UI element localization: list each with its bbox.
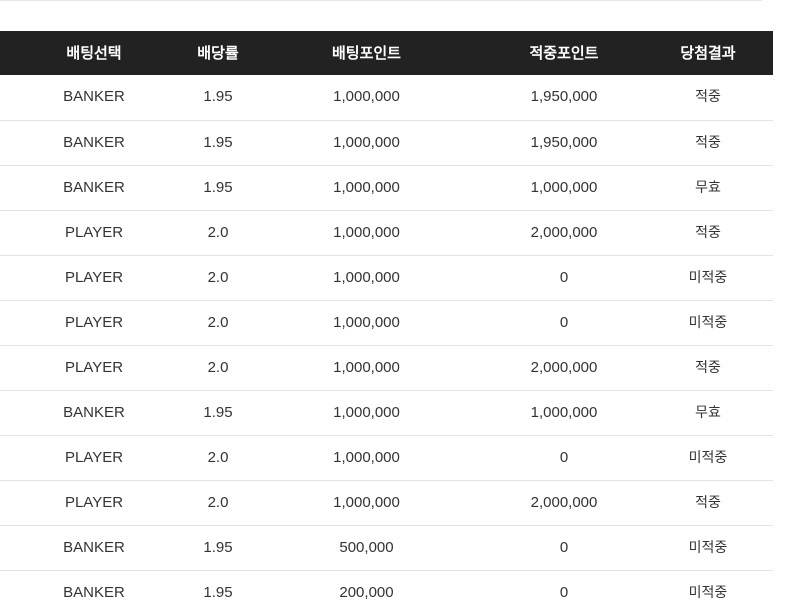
table-row: PLAYER 2.0 1,000,000 2,000,000 적중 (0, 210, 773, 255)
cell-result: 미적중 (688, 269, 728, 286)
table-header: 배팅선택 배당률 배팅포인트 적중포인트 당첨결과 (0, 31, 773, 75)
cell-bet-choice: BANKER (63, 538, 125, 556)
cell-bet-points: 1,000,000 (333, 133, 400, 151)
cell-odds: 1.95 (203, 403, 233, 421)
cell-bet-choice: BANKER (63, 583, 125, 601)
cell-bet-points: 1,000,000 (333, 493, 400, 511)
cell-bet-choice: PLAYER (64, 313, 124, 331)
betting-history-table: 배팅선택 배당률 배팅포인트 적중포인트 당첨결과 BANKER 1.95 1,00… (0, 31, 773, 615)
table-row: BANKER 1.95 1,000,000 1,950,000 적중 (0, 120, 773, 165)
header-bet-choice: 배팅선택 (66, 44, 122, 62)
cell-result: 적중 (695, 494, 721, 511)
top-divider (0, 0, 762, 1)
cell-result: 미적중 (688, 539, 728, 556)
cell-result: 미적중 (688, 449, 728, 466)
cell-bet-points: 1,000,000 (333, 88, 400, 106)
cell-bet-choice: BANKER (63, 403, 125, 421)
table-row: PLAYER 2.0 1,000,000 2,000,000 적중 (0, 480, 773, 525)
cell-bet-points: 1,000,000 (333, 358, 400, 376)
cell-bet-choice: PLAYER (64, 358, 124, 376)
cell-result: 적중 (695, 89, 721, 106)
cell-win-points: 0 (559, 448, 569, 466)
cell-win-points: 0 (559, 538, 569, 556)
cell-odds: 1.95 (203, 178, 233, 196)
cell-win-points: 2,000,000 (530, 223, 598, 241)
cell-bet-points: 1,000,000 (333, 403, 400, 421)
cell-win-points: 2,000,000 (530, 358, 598, 376)
table-row: PLAYER 2.0 1,000,000 0 미적중 (0, 435, 773, 480)
cell-odds: 2.0 (207, 448, 229, 466)
table-row: PLAYER 2.0 1,000,000 0 미적중 (0, 255, 773, 300)
cell-win-points: 1,000,000 (530, 403, 598, 421)
table-row: PLAYER 2.0 1,000,000 0 미적중 (0, 300, 773, 345)
cell-bet-choice: BANKER (63, 178, 125, 196)
table-row: PLAYER 2.0 1,000,000 2,000,000 적중 (0, 345, 773, 390)
cell-win-points: 1,000,000 (530, 178, 598, 196)
cell-win-points: 0 (559, 268, 569, 286)
cell-win-points: 2,000,000 (530, 493, 598, 511)
cell-result: 적중 (695, 134, 721, 151)
cell-bet-points: 1,000,000 (333, 223, 400, 241)
cell-bet-points: 500,000 (339, 538, 394, 556)
cell-odds: 2.0 (207, 268, 229, 286)
table-row: BANKER 1.95 500,000 0 미적중 (0, 525, 773, 570)
cell-odds: 1.95 (203, 88, 233, 106)
table-row: BANKER 1.95 1,000,000 1,950,000 적중 (0, 75, 773, 120)
cell-bet-points: 1,000,000 (333, 448, 400, 466)
header-result: 당첨결과 (680, 44, 736, 62)
table-row: BANKER 1.95 200,000 0 미적중 (0, 570, 773, 615)
header-win-points: 적중포인트 (529, 44, 599, 62)
cell-odds: 2.0 (207, 493, 229, 511)
cell-odds: 2.0 (207, 313, 229, 331)
cell-win-points: 0 (559, 583, 569, 601)
header-bet-points: 배팅포인트 (331, 44, 401, 62)
table-header-row: 배팅선택 배당률 배팅포인트 적중포인트 당첨결과 (0, 31, 773, 75)
cell-bet-choice: BANKER (63, 133, 125, 151)
cell-bet-choice: BANKER (63, 88, 125, 106)
cell-odds: 2.0 (207, 223, 229, 241)
cell-bet-points: 1,000,000 (333, 313, 400, 331)
cell-bet-points: 200,000 (339, 583, 394, 601)
cell-result: 무효 (695, 404, 721, 421)
table-body: BANKER 1.95 1,000,000 1,950,000 적중 BANKER 1.95… (0, 75, 773, 615)
cell-bet-choice: PLAYER (64, 448, 124, 466)
cell-result: 미적중 (688, 584, 728, 601)
cell-win-points: 1,950,000 (530, 133, 598, 151)
cell-bet-choice: PLAYER (64, 268, 124, 286)
cell-odds: 1.95 (203, 133, 233, 151)
table-row: BANKER 1.95 1,000,000 1,000,000 무효 (0, 165, 773, 210)
cell-result: 적중 (695, 224, 721, 241)
cell-odds: 2.0 (207, 358, 229, 376)
cell-bet-points: 1,000,000 (333, 268, 400, 286)
cell-bet-choice: PLAYER (64, 223, 124, 241)
header-odds: 배당률 (197, 44, 239, 62)
cell-odds: 1.95 (203, 538, 233, 556)
cell-odds: 1.95 (203, 583, 233, 601)
cell-bet-choice: PLAYER (64, 493, 124, 511)
cell-result: 무효 (695, 179, 721, 196)
cell-result: 미적중 (688, 314, 728, 331)
cell-win-points: 0 (559, 313, 569, 331)
cell-bet-points: 1,000,000 (333, 178, 400, 196)
table-row: BANKER 1.95 1,000,000 1,000,000 무효 (0, 390, 773, 435)
cell-win-points: 1,950,000 (530, 88, 598, 106)
cell-result: 적중 (695, 359, 721, 376)
